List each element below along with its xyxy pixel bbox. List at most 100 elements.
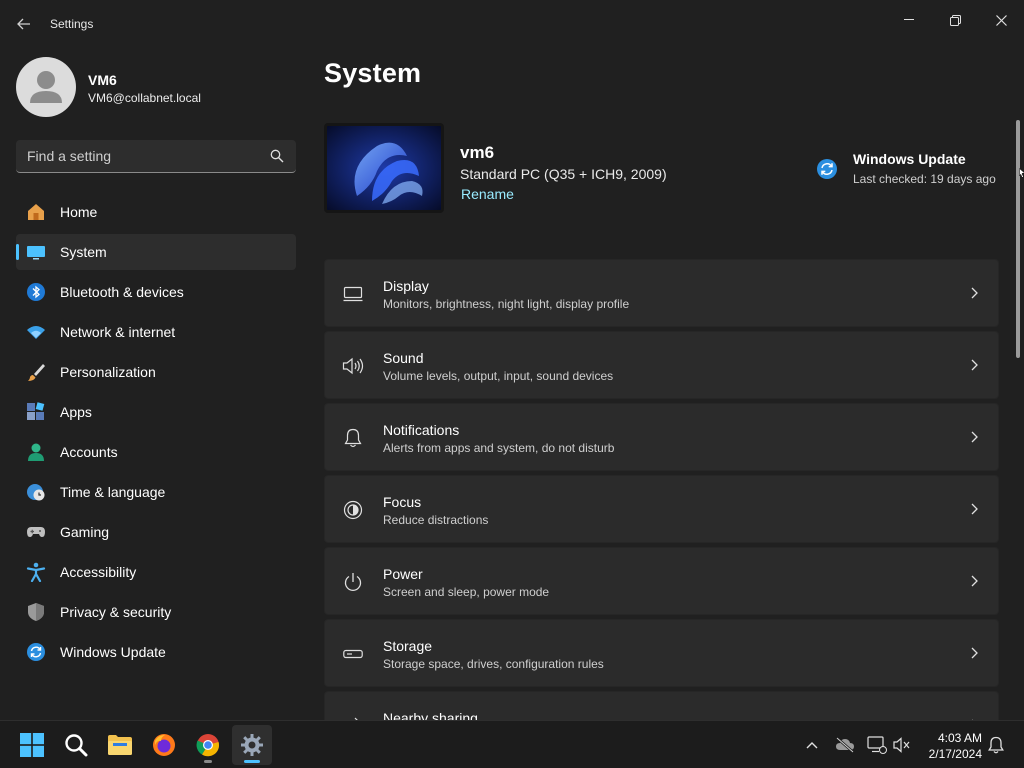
storage-icon bbox=[342, 643, 364, 665]
show-hidden-icons-button[interactable] bbox=[800, 733, 824, 757]
cloud-offline-icon bbox=[836, 737, 854, 753]
settings-card-display[interactable]: Display Monitors, brightness, night ligh… bbox=[324, 259, 999, 327]
volume-tray-button[interactable] bbox=[890, 733, 914, 757]
sidebar-item-label: Personalization bbox=[60, 364, 156, 380]
sidebar-item-label: Accessibility bbox=[60, 564, 137, 580]
restore-button[interactable] bbox=[932, 4, 978, 36]
windows-update-status: Last checked: 19 days ago bbox=[853, 172, 996, 186]
sidebar-item-label: Gaming bbox=[60, 524, 110, 540]
search-box[interactable] bbox=[16, 140, 296, 173]
windows-update-title[interactable]: Windows Update bbox=[853, 151, 966, 167]
running-indicator bbox=[204, 760, 212, 763]
bell-icon bbox=[342, 427, 364, 449]
chevron-right-icon bbox=[971, 359, 978, 371]
avatar bbox=[16, 57, 76, 117]
card-title: Nearby sharing bbox=[383, 710, 478, 720]
home-icon bbox=[26, 202, 46, 222]
device-name: vm6 bbox=[460, 143, 495, 162]
sidebar-item-windows-update[interactable]: Windows Update bbox=[16, 634, 296, 670]
chevron-up-icon bbox=[806, 742, 818, 749]
sidebar-item-network[interactable]: Network & internet bbox=[16, 314, 296, 350]
sidebar-item-accounts[interactable]: Accounts bbox=[16, 434, 296, 470]
device-model: Standard PC (Q35 + ICH9, 2009) bbox=[460, 166, 667, 182]
windows-update-status-icon[interactable] bbox=[816, 158, 838, 180]
sidebar-item-apps[interactable]: Apps bbox=[16, 394, 296, 430]
bell-icon bbox=[988, 736, 1004, 754]
back-button[interactable] bbox=[12, 12, 36, 36]
sidebar-item-system[interactable]: System bbox=[16, 234, 296, 270]
rename-link[interactable]: Rename bbox=[461, 186, 514, 202]
focus-icon bbox=[342, 499, 364, 521]
folder-icon bbox=[108, 735, 132, 755]
restore-icon bbox=[949, 14, 961, 26]
card-title: Storage bbox=[383, 638, 433, 654]
update-icon bbox=[26, 642, 46, 662]
windows-logo-icon bbox=[20, 733, 44, 757]
sidebar-item-accessibility[interactable]: Accessibility bbox=[16, 554, 296, 590]
gamepad-icon bbox=[26, 522, 46, 542]
accessibility-icon bbox=[26, 562, 46, 582]
start-button[interactable] bbox=[12, 725, 52, 765]
taskbar-chrome[interactable] bbox=[188, 725, 228, 765]
sidebar-nav: Home System Bluetooth & devices Network … bbox=[16, 194, 296, 674]
card-subtitle: Monitors, brightness, night light, displ… bbox=[383, 297, 630, 311]
taskbar-file-explorer[interactable] bbox=[100, 725, 140, 765]
settings-card-focus[interactable]: Focus Reduce distractions bbox=[324, 475, 999, 543]
settings-card-sound[interactable]: Sound Volume levels, output, input, soun… bbox=[324, 331, 999, 399]
clock-date: 2/17/2024 bbox=[928, 747, 982, 761]
search-input[interactable] bbox=[16, 140, 266, 172]
mouse-cursor-icon bbox=[1019, 168, 1024, 178]
sidebar-item-label: Network & internet bbox=[60, 324, 176, 340]
taskbar-firefox[interactable] bbox=[144, 725, 184, 765]
app-title: Settings bbox=[50, 17, 94, 31]
clock-time: 4:03 AM bbox=[937, 731, 982, 745]
settings-card-storage[interactable]: Storage Storage space, drives, configura… bbox=[324, 619, 999, 687]
search-icon[interactable] bbox=[270, 149, 284, 163]
taskbar-settings[interactable] bbox=[232, 725, 272, 765]
card-title: Power bbox=[383, 566, 423, 582]
device-wallpaper-thumbnail bbox=[324, 123, 444, 213]
chevron-right-icon bbox=[971, 575, 978, 587]
sidebar-item-personalization[interactable]: Personalization bbox=[16, 354, 296, 390]
network-tray-button[interactable] bbox=[865, 733, 889, 757]
bluetooth-icon bbox=[26, 282, 46, 302]
sidebar-item-gaming[interactable]: Gaming bbox=[16, 514, 296, 550]
sidebar-item-privacy-security[interactable]: Privacy & security bbox=[16, 594, 296, 630]
settings-card-power[interactable]: Power Screen and sleep, power mode bbox=[324, 547, 999, 615]
chevron-right-icon bbox=[971, 503, 978, 515]
card-subtitle: Alerts from apps and system, do not dist… bbox=[383, 441, 615, 455]
scrollbar-thumb[interactable] bbox=[1016, 120, 1020, 358]
power-icon bbox=[342, 571, 364, 593]
sidebar-item-label: Home bbox=[60, 204, 98, 220]
firefox-icon bbox=[153, 734, 175, 756]
bloom-wallpaper-icon bbox=[327, 126, 441, 210]
chevron-right-icon bbox=[971, 431, 978, 443]
card-title: Notifications bbox=[383, 422, 460, 438]
onedrive-tray-button[interactable] bbox=[833, 733, 857, 757]
wifi-icon bbox=[26, 322, 46, 342]
taskbar-search-button[interactable] bbox=[56, 725, 96, 765]
settings-card-nearby-sharing[interactable]: Nearby sharing bbox=[324, 691, 999, 720]
taskbar-clock[interactable]: 4:03 AM 2/17/2024 bbox=[922, 730, 982, 762]
user-profile[interactable]: VM6 VM6@collabnet.local bbox=[16, 57, 296, 117]
monitor-icon bbox=[342, 283, 364, 305]
apps-icon bbox=[26, 402, 46, 422]
settings-card-notifications[interactable]: Notifications Alerts from apps and syste… bbox=[324, 403, 999, 471]
close-button[interactable] bbox=[978, 4, 1024, 36]
chrome-icon bbox=[196, 734, 220, 757]
title-bar: Settings bbox=[0, 0, 1024, 48]
minimize-button[interactable] bbox=[886, 4, 932, 36]
page-title: System bbox=[324, 58, 422, 88]
back-arrow-icon bbox=[17, 18, 30, 30]
search-icon bbox=[65, 734, 88, 757]
sidebar-item-label: Time & language bbox=[60, 484, 166, 500]
sidebar-item-home[interactable]: Home bbox=[16, 194, 296, 230]
brush-icon bbox=[26, 362, 46, 382]
active-indicator bbox=[244, 760, 260, 763]
sidebar-item-time-language[interactable]: Time & language bbox=[16, 474, 296, 510]
sidebar-item-label: System bbox=[60, 244, 107, 260]
card-title: Focus bbox=[383, 494, 422, 510]
sidebar-item-bluetooth[interactable]: Bluetooth & devices bbox=[16, 274, 296, 310]
card-subtitle: Storage space, drives, configuration rul… bbox=[383, 657, 604, 671]
notification-center-button[interactable] bbox=[984, 733, 1008, 757]
